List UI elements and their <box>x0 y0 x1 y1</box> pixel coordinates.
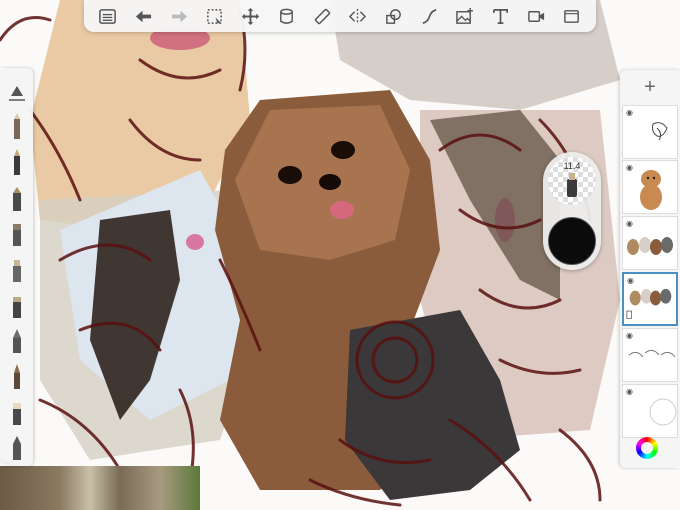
smudge-brush-icon <box>13 363 20 389</box>
image-icon <box>456 7 474 24</box>
video-icon <box>527 10 544 22</box>
video-button[interactable] <box>523 3 549 29</box>
brush-chalk[interactable] <box>3 288 31 324</box>
brush-smudge[interactable] <box>3 359 31 395</box>
dog-eye-left <box>278 166 302 184</box>
selection-button[interactable] <box>202 3 228 29</box>
stroke-button[interactable] <box>416 3 442 29</box>
image-button[interactable] <box>452 3 478 29</box>
chalk-brush-icon <box>12 296 21 318</box>
fill-icon <box>279 8 293 24</box>
undo-button[interactable] <box>131 3 157 29</box>
layers-panel: + ◉ ◉ ◉ ◉ ◉ ◉ <box>620 70 680 468</box>
symmetry-button[interactable] <box>345 3 371 29</box>
eye-icon[interactable]: ◉ <box>626 108 633 117</box>
brush-flat[interactable] <box>3 430 31 466</box>
brush-pen[interactable] <box>3 145 31 181</box>
transform-button[interactable] <box>238 3 264 29</box>
shapes-button[interactable] <box>380 3 406 29</box>
layer-background[interactable]: ◉ <box>622 384 678 438</box>
redo-button[interactable] <box>166 3 192 29</box>
reference-photo[interactable] <box>0 466 200 510</box>
paint-brush-icon <box>12 224 21 247</box>
eye-icon[interactable]: ◉ <box>626 331 633 340</box>
brush-airbrush[interactable] <box>3 252 31 288</box>
layer-sketch[interactable]: ◉ <box>622 105 678 159</box>
white-dog-tongue <box>186 234 204 250</box>
brush-paint[interactable] <box>3 217 31 253</box>
pencil-brush-icon <box>13 113 20 140</box>
symmetry-icon <box>349 8 367 24</box>
eye-icon[interactable]: ◉ <box>626 219 633 228</box>
brush-eraser[interactable] <box>3 395 31 431</box>
brush-puck[interactable]: 11.4 <box>543 152 601 270</box>
color-swatch-current[interactable] <box>548 217 596 265</box>
fill-button[interactable] <box>273 3 299 29</box>
transform-icon <box>242 7 260 25</box>
ruler-button[interactable] <box>309 3 335 29</box>
shapes-icon <box>386 8 401 24</box>
guide-icon <box>8 85 25 101</box>
flat-brush-icon <box>12 436 21 461</box>
layer-dogs-group[interactable]: ◉ <box>622 216 678 270</box>
eye-icon[interactable]: ◉ <box>626 163 633 172</box>
add-layer-button[interactable]: + <box>620 70 680 104</box>
text-button[interactable] <box>488 3 514 29</box>
guide-button[interactable] <box>3 74 31 110</box>
main-toolbar <box>84 0 596 32</box>
brush-pencil[interactable] <box>3 110 31 146</box>
gallery-icon <box>99 8 117 24</box>
airbrush-icon <box>12 260 21 283</box>
redo-icon <box>171 10 187 22</box>
dog-eye-right <box>331 141 355 159</box>
layer-dogs-sketch[interactable]: ◉ <box>622 328 678 382</box>
eye-icon[interactable]: ◉ <box>626 387 633 396</box>
brush-marker[interactable] <box>3 181 31 217</box>
blender-brush-icon <box>12 329 21 354</box>
dog-tongue <box>330 201 354 219</box>
pen-brush-icon <box>13 149 20 176</box>
layer-dogs-group-2[interactable]: ◉ <box>622 272 678 326</box>
marker-brush-icon <box>12 186 21 211</box>
brush-blender[interactable] <box>3 323 31 359</box>
text-icon <box>493 8 509 24</box>
brush-size-control[interactable]: 11.4 <box>548 157 596 205</box>
eraser-brush-icon <box>12 402 21 425</box>
brush-preview-icon <box>567 173 577 197</box>
layer-poodle[interactable]: ◉ <box>622 160 678 214</box>
eye-icon[interactable]: ◉ <box>627 276 634 285</box>
stroke-icon <box>422 8 437 24</box>
fullscreen-icon <box>564 9 580 23</box>
color-wheel-button[interactable] <box>636 437 658 459</box>
dog-nose <box>319 174 341 190</box>
gallery-button[interactable] <box>95 3 121 29</box>
fullscreen-button[interactable] <box>559 3 585 29</box>
selection-icon <box>207 8 223 24</box>
ruler-icon <box>314 8 330 24</box>
undo-icon <box>135 10 152 22</box>
plus-icon: + <box>644 75 656 98</box>
brush-palette <box>0 68 33 466</box>
